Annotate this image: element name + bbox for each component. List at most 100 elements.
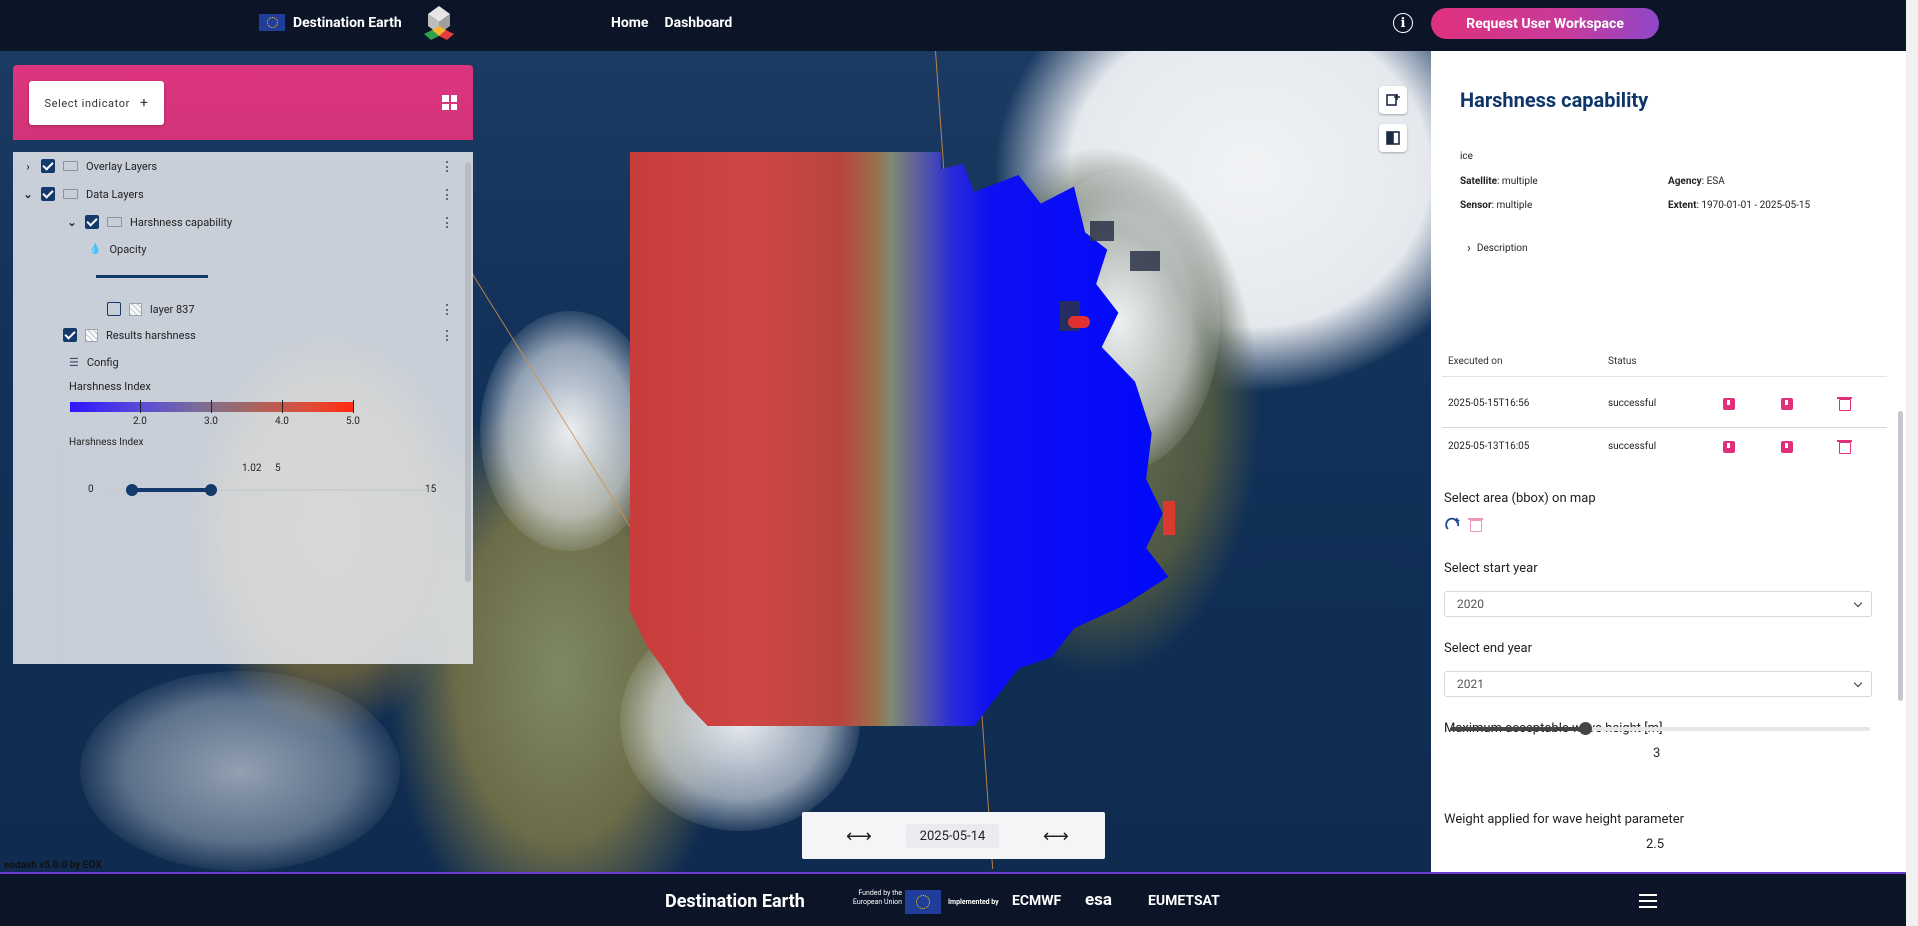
opacity-drop-icon: 💧 <box>89 243 102 255</box>
legend-tick <box>211 400 212 413</box>
start-year-label: Select start year <box>1444 561 1538 576</box>
chevron-down-icon <box>1853 598 1863 608</box>
range-min: 0 <box>88 484 94 495</box>
draw-bbox-icon[interactable] <box>1445 516 1461 532</box>
more-icon[interactable] <box>446 189 449 200</box>
more-icon[interactable] <box>446 304 449 315</box>
date-picker: ⟷ 2025-05-14 ⟷ <box>802 812 1105 859</box>
compare-icon <box>1386 131 1400 145</box>
clear-bbox-icon[interactable] <box>1468 518 1483 532</box>
overlay-layers-label: Overlay Layers <box>86 159 158 173</box>
request-workspace-button[interactable]: Request User Workspace <box>1431 8 1659 39</box>
select-indicator-label: Select indicator <box>44 96 130 110</box>
download-icon[interactable] <box>1781 441 1793 453</box>
harshness-checkbox[interactable] <box>85 215 99 229</box>
nav-dashboard[interactable]: Dashboard <box>664 15 732 31</box>
page-scrollbar[interactable] <box>1906 0 1918 926</box>
plus-icon: + <box>139 95 149 111</box>
layer-row-overlay[interactable]: › Overlay Layers <box>23 154 157 178</box>
delete-icon[interactable] <box>1837 397 1852 411</box>
range-min-handle[interactable] <box>126 484 138 496</box>
chevron-right-icon: › <box>1467 241 1471 256</box>
overlay-layers-checkbox[interactable] <box>41 159 55 173</box>
table-header-executed: Executed on <box>1448 356 1503 367</box>
data-layers-label: Data Layers <box>86 187 144 201</box>
date-input[interactable]: 2025-05-14 <box>906 824 999 848</box>
add-layer-button[interactable] <box>1379 86 1407 114</box>
bbox-label: Select area (bbox) on map <box>1444 491 1596 506</box>
download-icon[interactable] <box>1723 441 1735 453</box>
layer-panel-scrollbar[interactable] <box>465 162 471 582</box>
chevron-down-icon <box>1853 678 1863 688</box>
folder-icon <box>107 217 122 227</box>
layer-row-harshness[interactable]: ⌄ Harshness capability <box>67 210 232 234</box>
select-indicator-button[interactable]: Select indicator + <box>29 81 164 125</box>
indicator-title: Harshness capability <box>1460 88 1649 112</box>
indicator-header: Select indicator + <box>13 65 473 140</box>
download-icon[interactable] <box>1723 398 1735 410</box>
layer-row-results[interactable]: Results harshness <box>63 323 196 347</box>
dashboard-grid-icon[interactable] <box>442 95 457 110</box>
esa-logo: esa <box>1085 890 1113 910</box>
data-layers-checkbox[interactable] <box>41 187 55 201</box>
description-label: Description <box>1476 243 1528 254</box>
table-row-executed: 2025-05-15T16:56 <box>1448 398 1530 409</box>
high-harshness-spot <box>1068 316 1090 328</box>
range-high-value: 5 <box>275 463 281 474</box>
description-toggle[interactable]: › Description <box>1467 241 1528 256</box>
compare-button[interactable] <box>1379 124 1407 152</box>
indicator-details-panel: Harshness capability ice Satellite: mult… <box>1431 51 1906 872</box>
wave-height-fill <box>1450 727 1585 731</box>
divider <box>1442 376 1887 377</box>
opacity-slider[interactable] <box>96 275 208 278</box>
previous-date-icon[interactable]: ⟷ <box>846 826 872 847</box>
info-icon[interactable]: i <box>1393 13 1413 33</box>
layer-row-data[interactable]: ⌄ Data Layers <box>23 182 144 206</box>
end-year-label: Select end year <box>1444 641 1533 656</box>
details-scrollbar[interactable] <box>1898 411 1903 701</box>
layer-icon <box>129 302 142 316</box>
layer-row-837[interactable]: layer 837 <box>107 297 195 321</box>
end-year-select[interactable]: 2021 <box>1444 671 1872 697</box>
extent-info: Extent: 1970-01-01 - 2025-05-15 <box>1668 200 1811 211</box>
high-harshness-spot <box>1163 501 1175 535</box>
destine-logo-icon <box>424 6 454 40</box>
data-gap <box>1090 221 1114 241</box>
table-row-status: successful <box>1608 441 1657 452</box>
legend-tick <box>140 400 141 413</box>
data-gap <box>1130 251 1160 271</box>
more-icon[interactable] <box>446 330 449 341</box>
chevron-down-icon[interactable]: ⌄ <box>67 216 77 229</box>
satellite-info: Satellite: multiple <box>1460 176 1538 187</box>
legend-tick-label: 4.0 <box>275 416 289 427</box>
download-icon[interactable] <box>1781 398 1793 410</box>
results-checkbox[interactable] <box>63 328 77 342</box>
start-year-select[interactable]: 2020 <box>1444 591 1872 617</box>
opacity-label: Opacity <box>109 242 147 256</box>
menu-icon[interactable] <box>1639 894 1657 908</box>
config-label: Config <box>86 355 119 369</box>
harshness-range-fill <box>132 488 212 492</box>
more-icon[interactable] <box>446 161 449 172</box>
config-row[interactable]: ☰ Config <box>69 350 119 374</box>
next-date-icon[interactable]: ⟷ <box>1043 826 1069 847</box>
delete-icon[interactable] <box>1837 440 1852 454</box>
eumetsat-logo: EUMETSAT <box>1148 893 1220 909</box>
nav-home[interactable]: Home <box>611 15 648 31</box>
map-add-icon <box>1386 94 1400 106</box>
results-layer-label: Results harshness <box>106 328 196 342</box>
footer: Destination Earth Funded by the European… <box>0 872 1906 926</box>
layer837-checkbox[interactable] <box>107 302 121 316</box>
brand-title: Destination Earth <box>293 14 402 31</box>
more-icon[interactable] <box>446 217 449 228</box>
eu-flag-icon <box>259 14 285 31</box>
end-year-value: 2021 <box>1457 677 1484 691</box>
harshness-color-legend <box>70 402 354 412</box>
range-max-handle[interactable] <box>205 484 217 496</box>
wave-height-handle[interactable] <box>1579 722 1592 735</box>
agency-info: Agency: ESA <box>1668 176 1725 187</box>
range-title: Harshness Index <box>69 437 144 448</box>
brand[interactable]: Destination Earth <box>259 14 402 31</box>
chevron-down-icon[interactable]: ⌄ <box>23 188 33 201</box>
chevron-right-icon[interactable]: › <box>23 160 33 173</box>
